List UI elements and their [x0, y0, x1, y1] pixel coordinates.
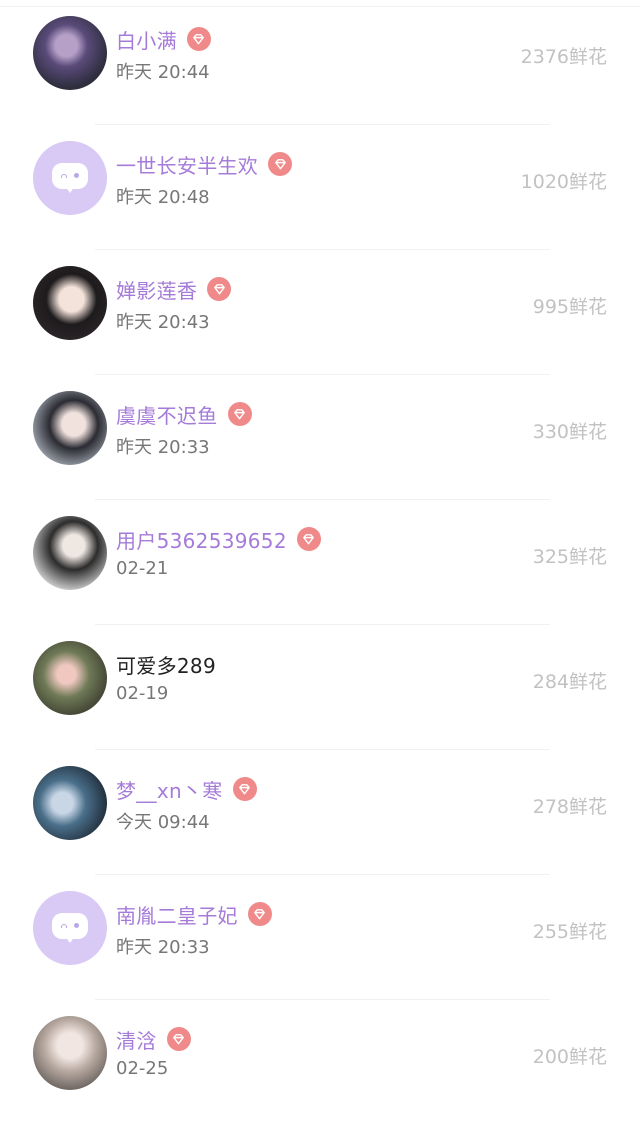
avatar[interactable]	[33, 766, 107, 840]
user-name[interactable]: 一世长安半生欢	[116, 150, 258, 179]
timestamp: 今天 09:44	[116, 812, 210, 833]
list-item[interactable]: 可爱多289 02-19 284鲜花	[0, 625, 640, 750]
list-item[interactable]: 一世长安半生欢 昨天 20:48 1020鲜花	[0, 125, 640, 250]
flower-count: 200鲜花	[532, 1046, 607, 1068]
list-item[interactable]: 白小满 昨天 20:44 2376鲜花	[0, 0, 640, 125]
timestamp: 02-21	[116, 558, 169, 579]
timestamp: 02-19	[116, 683, 169, 704]
flower-count: 2376鲜花	[520, 46, 607, 68]
avatar[interactable]	[33, 1016, 107, 1090]
flower-count: 255鲜花	[532, 921, 607, 943]
user-name[interactable]: 婵影莲香	[116, 275, 197, 304]
avatar[interactable]	[33, 641, 107, 715]
timestamp: 昨天 20:44	[116, 62, 210, 83]
avatar-placeholder[interactable]	[33, 141, 107, 215]
list-item[interactable]: 梦__xn丶寒 今天 09:44 278鲜花	[0, 750, 640, 875]
timestamp: 02-25	[116, 1058, 169, 1079]
flower-count: 325鲜花	[532, 546, 607, 568]
timestamp: 昨天 20:43	[116, 312, 210, 333]
list-item[interactable]: 婵影莲香 昨天 20:43 995鲜花	[0, 250, 640, 375]
flower-count: 278鲜花	[532, 796, 607, 818]
user-name[interactable]: 可爱多289	[116, 650, 216, 679]
user-name[interactable]: 白小满	[116, 25, 177, 54]
avatar[interactable]	[33, 266, 107, 340]
flower-count: 330鲜花	[532, 421, 607, 443]
flower-count: 995鲜花	[532, 296, 607, 318]
user-name[interactable]: 用户5362539652	[116, 525, 287, 554]
list-item[interactable]: 虞虞不迟鱼 昨天 20:33 330鲜花	[0, 375, 640, 500]
timestamp: 昨天 20:33	[116, 437, 210, 458]
timestamp: 昨天 20:48	[116, 187, 210, 208]
diamond-badge-icon	[296, 527, 321, 551]
diamond-badge-icon	[268, 152, 293, 176]
diamond-badge-icon	[207, 277, 232, 301]
chat-bubble-icon	[52, 913, 88, 943]
user-name[interactable]: 南胤二皇子妃	[116, 900, 238, 929]
user-name[interactable]: 梦__xn丶寒	[116, 775, 223, 804]
list-item[interactable]: 南胤二皇子妃 昨天 20:33 255鲜花	[0, 875, 640, 1000]
flower-count: 1020鲜花	[520, 171, 607, 193]
diamond-badge-icon	[166, 1027, 191, 1051]
flower-ranking-list: 白小满 昨天 20:44 2376鲜花 一世长安半生欢 昨天 20:48 102…	[0, 0, 640, 1109]
user-name[interactable]: 虞虞不迟鱼	[116, 400, 218, 429]
diamond-badge-icon	[232, 777, 257, 801]
timestamp: 昨天 20:33	[116, 937, 210, 958]
chat-bubble-icon	[52, 163, 88, 193]
avatar[interactable]	[33, 16, 107, 90]
list-item[interactable]: 清浛 02-25 200鲜花	[0, 1000, 640, 1125]
diamond-badge-icon	[186, 27, 211, 51]
list-item[interactable]: 用户5362539652 02-21 325鲜花	[0, 500, 640, 625]
user-name[interactable]: 清浛	[116, 1025, 157, 1054]
avatar[interactable]	[33, 516, 107, 590]
avatar[interactable]	[33, 391, 107, 465]
avatar-placeholder[interactable]	[33, 891, 107, 965]
diamond-badge-icon	[227, 402, 252, 426]
diamond-badge-icon	[247, 902, 272, 926]
flower-count: 284鲜花	[532, 671, 607, 693]
